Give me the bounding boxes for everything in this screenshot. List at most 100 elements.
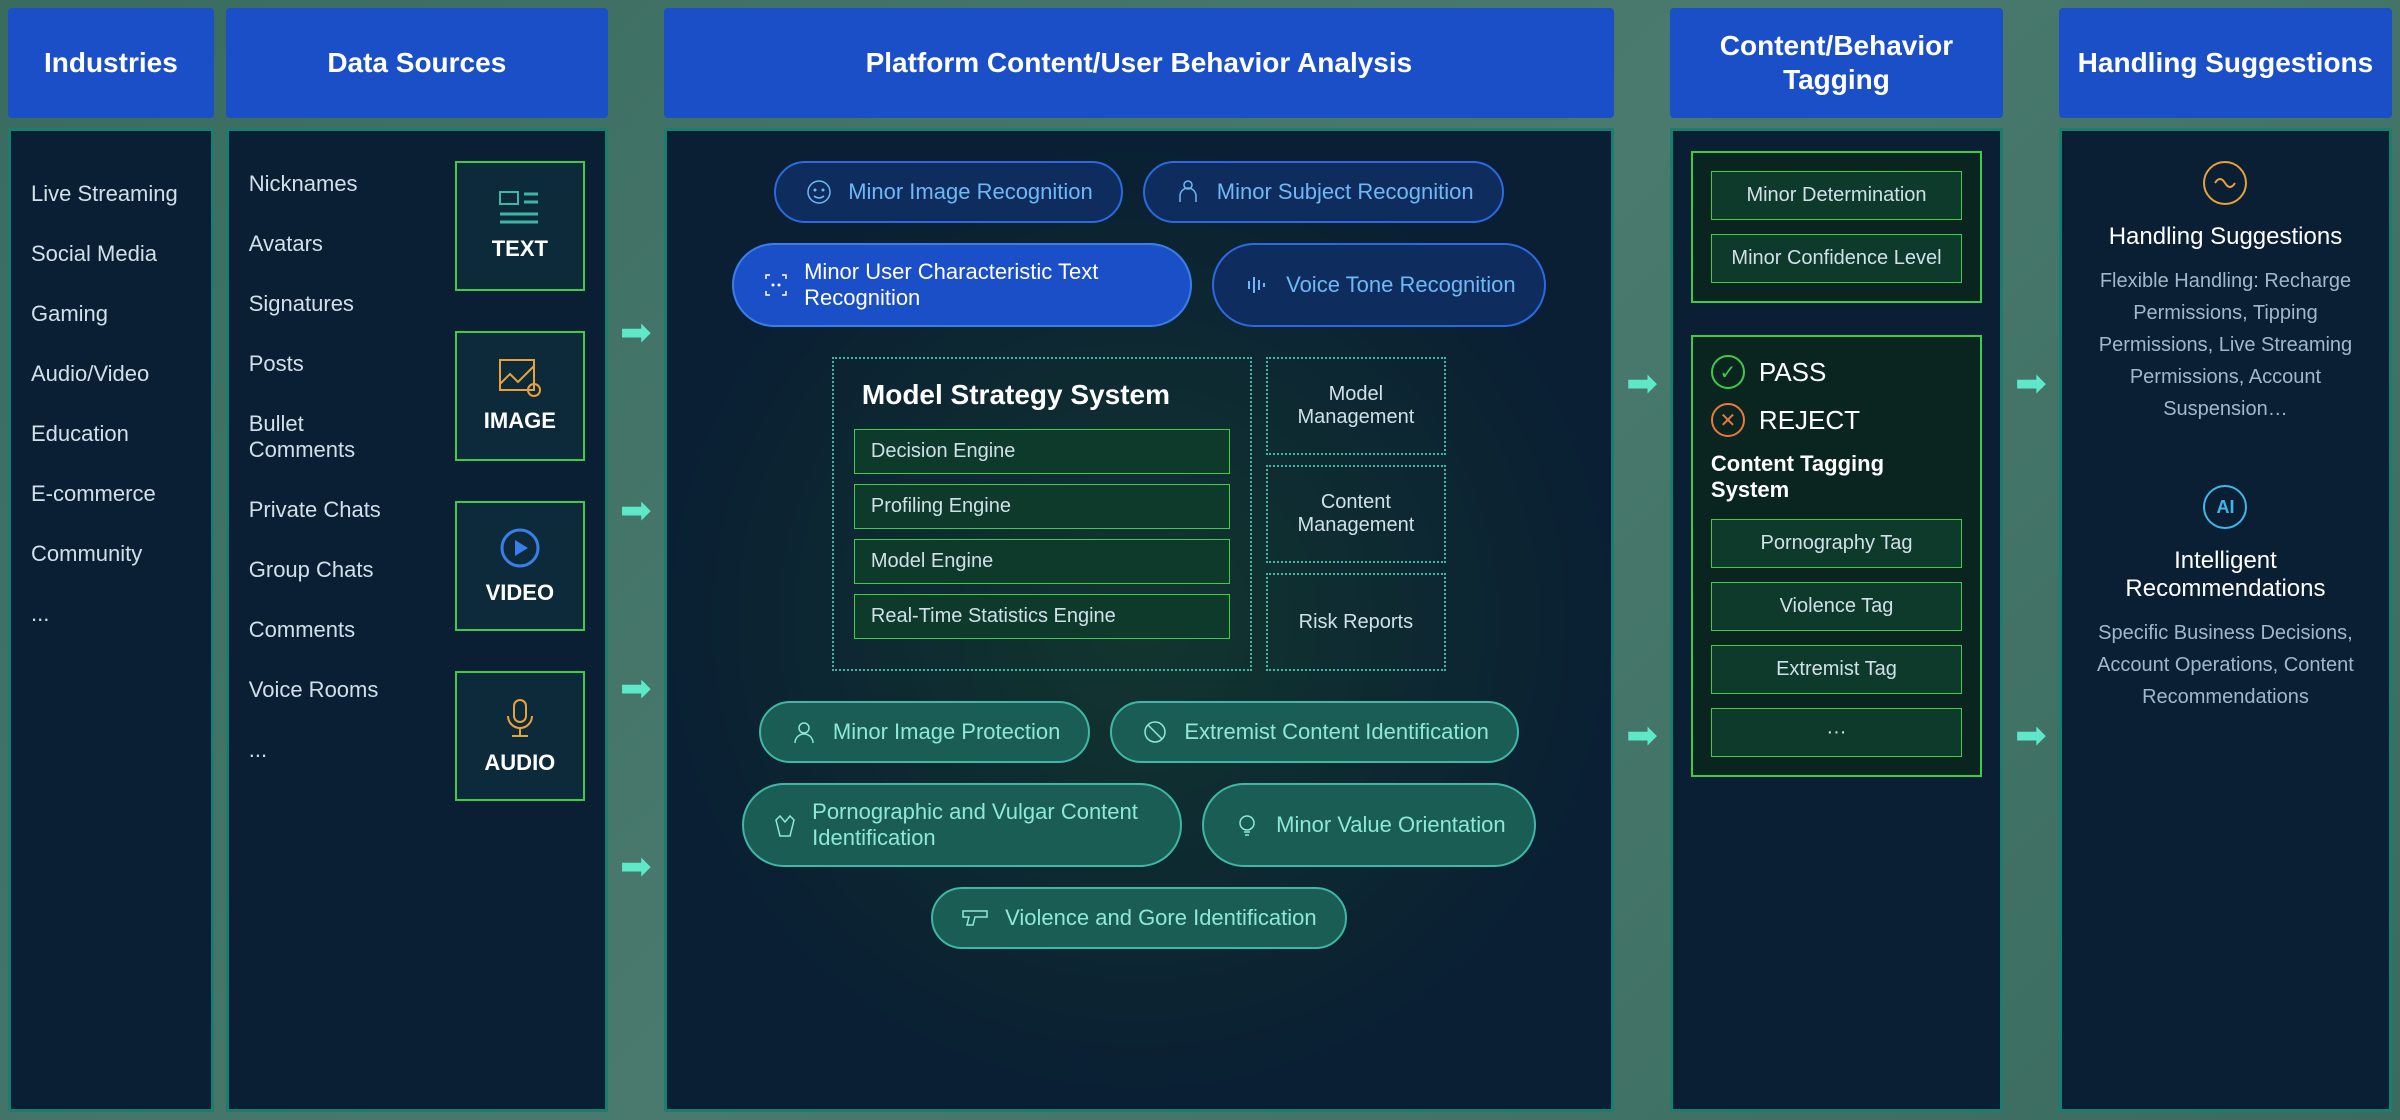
source-box-label: AUDIO — [484, 750, 555, 776]
pill-label: Extremist Content Identification — [1184, 719, 1488, 745]
bottom-pills: Minor Image Protection Extremist Content… — [692, 701, 1586, 763]
bulb-icon — [1232, 810, 1262, 840]
body-handling: Handling Suggestions Flexible Handling: … — [2059, 128, 2392, 1112]
header-industries: Industries — [8, 8, 214, 118]
header-sources: Data Sources — [226, 8, 608, 118]
source-box-text: TEXT — [455, 161, 585, 291]
arrow-icon: ➡ — [2015, 365, 2047, 403]
engine-item: Decision Engine — [854, 429, 1230, 474]
arrow-icon: ➡ — [620, 314, 652, 352]
gun-icon — [961, 903, 991, 933]
arrow-icon: ➡ — [620, 848, 652, 886]
industry-item: Social Media — [31, 241, 191, 267]
pill-minor-image-recognition: Minor Image Recognition — [774, 161, 1123, 223]
scan-icon — [762, 270, 790, 300]
source-box-audio: AUDIO — [455, 671, 585, 801]
bottom-pills-3: Violence and Gore Identification — [692, 887, 1586, 949]
industry-item: Live Streaming — [31, 181, 191, 207]
top-pills: Minor Image Recognition Minor Subject Re… — [692, 161, 1586, 223]
column-tagging: Content/Behavior Tagging Minor Determina… — [1670, 8, 2003, 1112]
pill-voice-tone: Voice Tone Recognition — [1212, 243, 1546, 327]
source-box-video: VIDEO — [455, 501, 585, 631]
arrow-icon: ➡ — [620, 492, 652, 530]
pill-label: Violence and Gore Identification — [1005, 905, 1316, 931]
user-icon — [789, 717, 819, 747]
header-handling: Handling Suggestions — [2059, 8, 2392, 118]
ban-icon — [1140, 717, 1170, 747]
industries-list: Live Streaming Social Media Gaming Audio… — [31, 151, 191, 627]
minor-tag-group: Minor Determination Minor Confidence Lev… — [1691, 151, 1982, 303]
mgmt-box: Risk Reports — [1266, 573, 1446, 671]
handling-desc: Flexible Handling: Recharge Permissions,… — [2082, 265, 2369, 425]
tagging-subtitle: Content Tagging System — [1711, 451, 1962, 503]
sources-labels: Nicknames Avatars Signatures Posts Bulle… — [249, 151, 415, 797]
arrow-icon: ➡ — [620, 670, 652, 708]
engine-item: Real-Time Statistics Engine — [854, 594, 1230, 639]
sources-boxes: TEXT IMAGE VIDEO AUDIO — [455, 151, 585, 801]
person-icon — [1173, 177, 1203, 207]
industry-item: Audio/Video — [31, 361, 191, 387]
wave-icon — [2203, 161, 2247, 205]
tag-box: Violence Tag — [1711, 582, 1962, 631]
body-analysis: Minor Image Recognition Minor Subject Re… — [664, 128, 1614, 1112]
pill-minor-text-recognition: Minor User Characteristic Text Recogniti… — [732, 243, 1192, 327]
engine-item: Model Engine — [854, 539, 1230, 584]
arrow-icon: ➡ — [2015, 717, 2047, 755]
arrow-group-3: ➡ ➡ — [2015, 8, 2047, 1112]
column-analysis: Platform Content/User Behavior Analysis … — [664, 8, 1614, 1112]
arrow-icon: ➡ — [1626, 365, 1658, 403]
industry-item: E-commerce — [31, 481, 191, 507]
source-box-label: IMAGE — [484, 408, 556, 434]
status-pass: ✓ PASS — [1711, 355, 1962, 389]
header-analysis: Platform Content/User Behavior Analysis — [664, 8, 1614, 118]
tag-box: Minor Confidence Level — [1711, 234, 1962, 283]
pill-violence-id: Violence and Gore Identification — [931, 887, 1346, 949]
header-tagging: Content/Behavior Tagging — [1670, 8, 2003, 118]
tag-box: Minor Determination — [1711, 171, 1962, 220]
status-label: REJECT — [1759, 405, 1860, 436]
ai-icon: AI — [2203, 485, 2247, 529]
industry-item: ... — [31, 601, 191, 627]
source-box-label: VIDEO — [486, 580, 554, 606]
handling-desc: Specific Business Decisions, Account Ope… — [2082, 617, 2369, 713]
source-label: Bullet Comments — [249, 411, 415, 463]
image-icon — [498, 358, 542, 398]
check-icon: ✓ — [1711, 355, 1745, 389]
mgmt-box: Model Management — [1266, 357, 1446, 455]
video-icon — [498, 526, 542, 570]
industry-item: Gaming — [31, 301, 191, 327]
handling-section-recommendations: AI Intelligent Recommendations Specific … — [2082, 485, 2369, 713]
pill-label: Minor User Characteristic Text Recogniti… — [804, 259, 1162, 311]
strategy-box: Model Strategy System Decision Engine Pr… — [832, 357, 1252, 671]
source-label: Comments — [249, 617, 415, 643]
mgmt-column: Model Management Content Management Risk… — [1266, 357, 1446, 671]
handling-title: Intelligent Recommendations — [2082, 547, 2369, 603]
column-sources: Data Sources Nicknames Avatars Signature… — [226, 8, 608, 1112]
cross-icon: ✕ — [1711, 403, 1745, 437]
source-label: Private Chats — [249, 497, 415, 523]
status-reject: ✕ REJECT — [1711, 403, 1962, 437]
arrow-icon: ➡ — [1626, 717, 1658, 755]
source-label: Voice Rooms — [249, 677, 415, 703]
arrow-group-2: ➡ ➡ — [1626, 8, 1658, 1112]
pill-minor-image-protection: Minor Image Protection — [759, 701, 1090, 763]
tag-box: Pornography Tag — [1711, 519, 1962, 568]
pill-label: Minor Image Recognition — [848, 179, 1093, 205]
pill-extremist-id: Extremist Content Identification — [1110, 701, 1518, 763]
source-label: ... — [249, 737, 415, 763]
industry-item: Community — [31, 541, 191, 567]
source-box-image: IMAGE — [455, 331, 585, 461]
text-icon — [498, 190, 542, 226]
source-label: Group Chats — [249, 557, 415, 583]
engine-item: Profiling Engine — [854, 484, 1230, 529]
voice-icon — [1242, 270, 1272, 300]
pill-label: Minor Image Protection — [833, 719, 1060, 745]
pill-label: Minor Value Orientation — [1276, 812, 1506, 838]
tag-box: Extremist Tag — [1711, 645, 1962, 694]
garment-icon — [772, 810, 798, 840]
status-label: PASS — [1759, 357, 1826, 388]
source-label: Nicknames — [249, 171, 415, 197]
strategy-title: Model Strategy System — [854, 379, 1230, 411]
strategy-system: Model Strategy System Decision Engine Pr… — [692, 357, 1586, 671]
pill-value-orientation: Minor Value Orientation — [1202, 783, 1536, 867]
